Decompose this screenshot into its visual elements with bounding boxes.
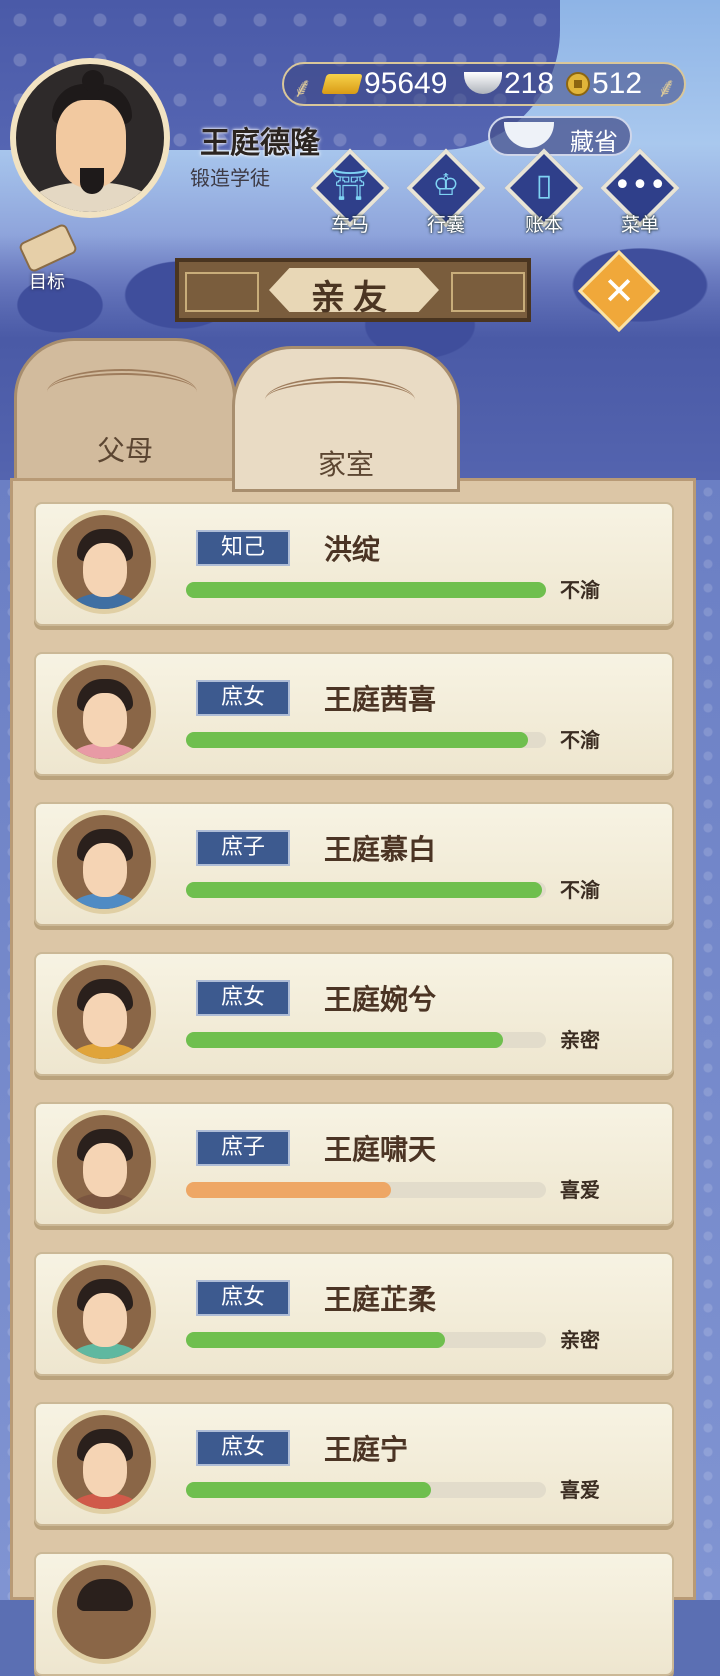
goal-button[interactable]: 目标 — [12, 222, 82, 293]
relation-tag: 庶子 — [196, 1130, 290, 1166]
relative-name: 王庭啸天 — [324, 1133, 437, 1166]
relation-tag: 庶女 — [196, 1430, 290, 1466]
affection-bar — [186, 1182, 546, 1198]
relative-card[interactable]: 知己 洪绽 不渝 — [34, 502, 674, 626]
ledger-button[interactable]: ▯ 账本 — [504, 148, 584, 236]
relative-portrait — [52, 1560, 156, 1664]
silver-ingot-icon — [464, 72, 502, 94]
bag-label: 行囊 — [426, 214, 465, 236]
relative-card[interactable]: 庶子 王庭啸天 喜爱 — [34, 1102, 674, 1226]
relative-portrait — [52, 1260, 156, 1364]
tab-family-label: 家室 — [317, 448, 374, 481]
cloud-ornament-icon — [265, 377, 415, 423]
carriage-button[interactable]: ⛩ 车马 — [310, 148, 390, 236]
copper-coin-icon — [566, 72, 590, 96]
relation-tag: 知己 — [196, 530, 290, 566]
coin-amount: 512 — [592, 67, 643, 100]
tab-family[interactable]: 家室 — [232, 346, 460, 492]
ledger-label: 账本 — [524, 214, 563, 236]
relative-name: 王庭芷柔 — [324, 1283, 437, 1316]
affection-bar — [186, 732, 546, 748]
affection-bar — [186, 1032, 546, 1048]
relation-tag: 庶女 — [196, 680, 290, 716]
more-icon: ••• — [613, 168, 667, 203]
player-avatar[interactable] — [10, 58, 170, 218]
page-title: 亲友 — [311, 278, 395, 318]
relative-card[interactable]: 庶子 王庭慕白 不渝 — [34, 802, 674, 926]
relative-card[interactable]: 庶女 王庭宁 喜爱 — [34, 1402, 674, 1526]
cloud-ornament-icon — [47, 369, 197, 415]
affection-bar-fill — [186, 732, 528, 748]
bamboo-right-icon: ⸙ — [656, 71, 678, 104]
affection-bar — [186, 1332, 546, 1348]
silver-amount: 218 — [504, 67, 555, 100]
affection-bar — [186, 582, 546, 598]
relative-portrait — [52, 960, 156, 1064]
affection-status: 不渝 — [560, 728, 600, 752]
carriage-label: 车马 — [330, 214, 369, 236]
relative-name: 王庭婉兮 — [324, 983, 437, 1016]
relative-portrait — [52, 810, 156, 914]
tab-parents-label: 父母 — [96, 434, 153, 467]
player-name: 王庭德隆 — [200, 126, 320, 161]
tab-parents[interactable]: 父母 — [14, 338, 236, 488]
affection-bar-fill — [186, 1032, 503, 1048]
relative-portrait — [52, 510, 156, 614]
hide-button-label: 藏省 — [570, 128, 618, 156]
close-icon: ✕ — [603, 269, 635, 313]
affection-bar — [186, 882, 546, 898]
affection-bar-fill — [186, 582, 546, 598]
affection-bar — [186, 1482, 546, 1498]
carriage-icon: ⛩ — [330, 168, 370, 203]
relative-card[interactable]: 庶女 王庭婉兮 亲密 — [34, 952, 674, 1076]
affection-bar-fill — [186, 1332, 446, 1348]
menu-label: 菜单 — [620, 214, 659, 236]
title-plaque: 亲友 — [175, 258, 531, 322]
affection-status: 亲密 — [560, 1028, 600, 1052]
player-rank: 锻造学徒 — [190, 166, 270, 190]
affection-status: 不渝 — [560, 878, 600, 902]
relation-tag: 庶子 — [196, 830, 290, 866]
bag-icon: ♔ — [432, 168, 460, 203]
bag-button[interactable]: ♔ 行囊 — [406, 148, 486, 236]
relative-card[interactable] — [34, 1552, 674, 1676]
hide-button[interactable]: 藏省 — [488, 116, 632, 156]
affection-bar-fill — [186, 1182, 392, 1198]
relative-portrait — [52, 1410, 156, 1514]
gold-amount: 95649 — [364, 67, 448, 100]
ledger-icon: ▯ — [535, 168, 553, 203]
affection-bar-fill — [186, 882, 543, 898]
relation-tag: 庶女 — [196, 1280, 290, 1316]
relative-name: 洪绽 — [324, 533, 381, 566]
affection-status: 喜爱 — [560, 1178, 600, 1202]
relative-portrait — [52, 1110, 156, 1214]
relative-card[interactable]: 庶女 王庭芷柔 亲密 — [34, 1252, 674, 1376]
affection-bar-fill — [186, 1482, 431, 1498]
affection-status: 亲密 — [560, 1328, 600, 1352]
hat-icon — [504, 122, 554, 148]
gold-ingot-icon — [321, 74, 363, 94]
currency-bar: ⸙ 95649 218 512 ⸙ — [282, 62, 686, 106]
relative-name: 王庭茜喜 — [324, 683, 437, 716]
menu-button[interactable]: ••• 菜单 — [600, 148, 680, 236]
relative-portrait — [52, 660, 156, 764]
goal-label: 目标 — [29, 272, 65, 293]
relative-name: 王庭慕白 — [324, 833, 437, 866]
relative-card[interactable]: 庶女 王庭茜喜 不渝 — [34, 652, 674, 776]
affection-status: 不渝 — [560, 578, 600, 602]
relation-tag: 庶女 — [196, 980, 290, 1016]
relative-name: 王庭宁 — [324, 1433, 409, 1466]
affection-status: 喜爱 — [560, 1478, 600, 1502]
bamboo-left-icon: ⸙ — [292, 71, 314, 104]
